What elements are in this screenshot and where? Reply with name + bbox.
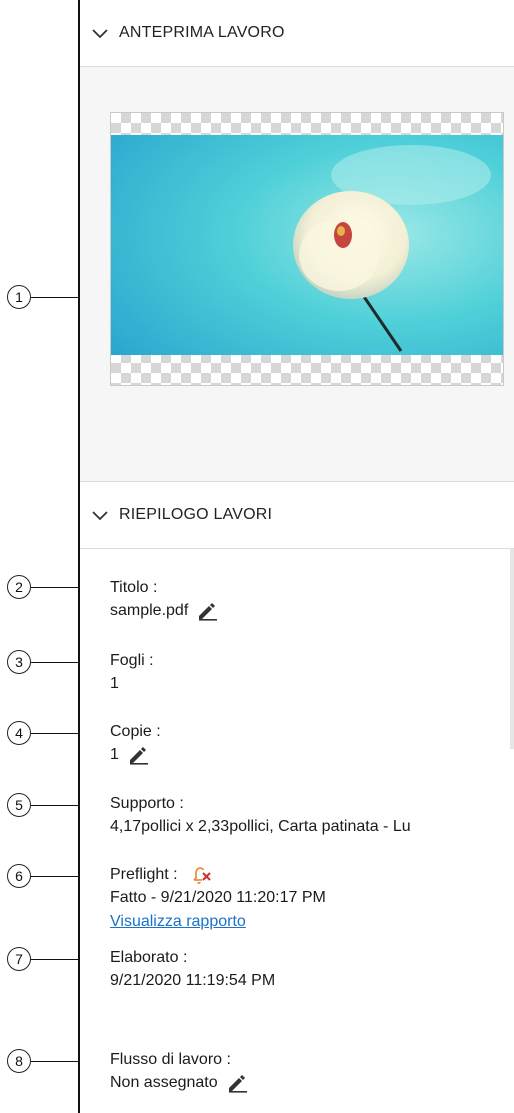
callout-column: 1 2 3 4 5 6 7 8 bbox=[0, 0, 113, 1113]
job-details-panel: ANTEPRIMA LAVORO RIEPILOGO LAVORI Titolo… bbox=[80, 0, 514, 1113]
callout-6: 6 bbox=[7, 864, 31, 888]
processed-label: Elaborato : bbox=[110, 949, 188, 966]
edit-copies-pencil-icon[interactable] bbox=[127, 745, 149, 765]
preview-section-header[interactable]: ANTEPRIMA LAVORO bbox=[80, 0, 514, 67]
sheets-label: Fogli : bbox=[110, 652, 154, 669]
sheets-field: Fogli : 1 bbox=[110, 650, 154, 696]
bell-error-icon bbox=[190, 865, 212, 885]
workflow-label: Flusso di lavoro : bbox=[110, 1051, 231, 1068]
workflow-field: Flusso di lavoro : Non assegnato bbox=[110, 1049, 248, 1095]
thumbnail-image bbox=[111, 135, 503, 355]
copies-field: Copie : 1 bbox=[110, 721, 161, 767]
processed-value: 9/21/2020 11:19:54 PM bbox=[110, 972, 276, 989]
preflight-field: Preflight : Fatto - 9/21/2020 11:20:17 P… bbox=[110, 864, 326, 934]
sheets-value: 1 bbox=[110, 675, 119, 692]
media-field: Supporto : 4,17pollici x 2,33pollici, Ca… bbox=[110, 793, 411, 839]
title-value: sample.pdf bbox=[110, 602, 189, 619]
workflow-value: Non assegnato bbox=[110, 1074, 218, 1091]
summary-scrollbar[interactable] bbox=[510, 549, 514, 749]
preflight-label: Preflight : bbox=[110, 866, 178, 883]
preview-section-title: ANTEPRIMA LAVORO bbox=[119, 24, 285, 41]
view-report-link[interactable]: Visualizza rapporto bbox=[110, 910, 246, 934]
media-label: Supporto : bbox=[110, 795, 184, 812]
copies-label: Copie : bbox=[110, 723, 161, 740]
callout-3: 3 bbox=[7, 650, 31, 674]
copies-value: 1 bbox=[110, 746, 119, 763]
chevron-down-icon[interactable] bbox=[87, 505, 113, 525]
edit-workflow-pencil-icon[interactable] bbox=[226, 1073, 248, 1093]
callout-2: 2 bbox=[7, 575, 31, 599]
callout-5: 5 bbox=[7, 793, 31, 817]
edit-title-pencil-icon[interactable] bbox=[196, 601, 218, 621]
callout-1: 1 bbox=[7, 285, 31, 309]
media-value: 4,17pollici x 2,33pollici, Carta patinat… bbox=[110, 818, 411, 835]
preflight-value: Fatto - 9/21/2020 11:20:17 PM bbox=[110, 889, 326, 906]
summary-section-header[interactable]: RIEPILOGO LAVORI bbox=[80, 482, 514, 549]
job-thumbnail bbox=[110, 112, 504, 386]
summary-section-title: RIEPILOGO LAVORI bbox=[119, 506, 273, 523]
chevron-down-icon[interactable] bbox=[87, 23, 113, 43]
preview-area: 1 /1 bbox=[80, 67, 514, 522]
title-field: Titolo : sample.pdf bbox=[110, 577, 218, 623]
callout-7: 7 bbox=[7, 947, 31, 971]
title-label: Titolo : bbox=[110, 579, 158, 596]
callout-4: 4 bbox=[7, 721, 31, 745]
processed-field: Elaborato : 9/21/2020 11:19:54 PM bbox=[110, 947, 275, 993]
callout-8: 8 bbox=[7, 1049, 31, 1073]
